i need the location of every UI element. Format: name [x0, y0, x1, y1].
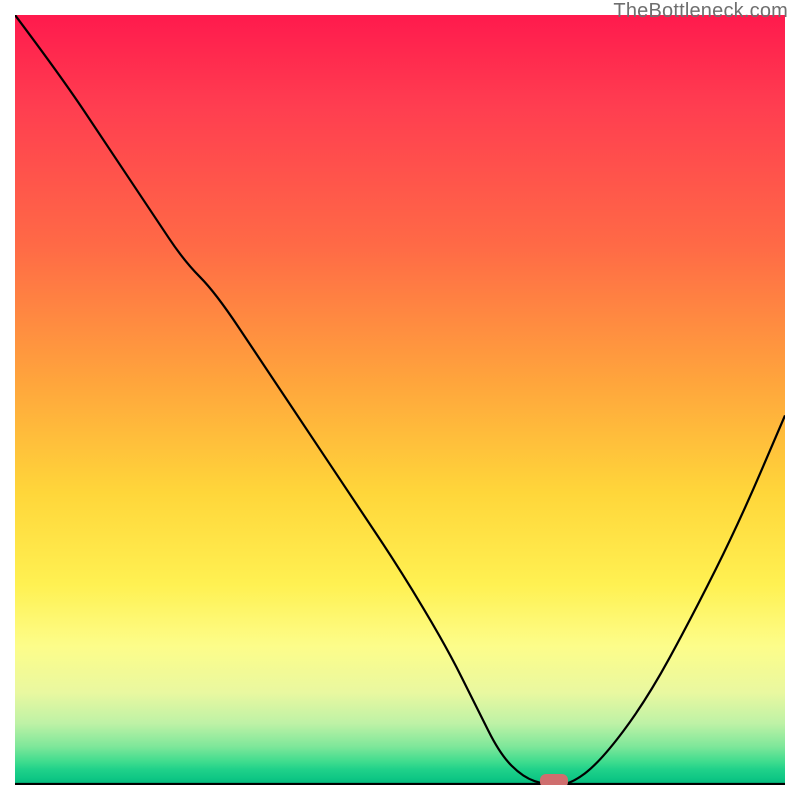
chart-svg: [15, 15, 785, 785]
plot-area: [15, 15, 785, 785]
chart-container: TheBottleneck.com: [0, 0, 800, 800]
watermark-label: TheBottleneck.com: [613, 0, 788, 23]
minimum-marker: [540, 774, 568, 785]
bottleneck-curve: [15, 15, 785, 785]
